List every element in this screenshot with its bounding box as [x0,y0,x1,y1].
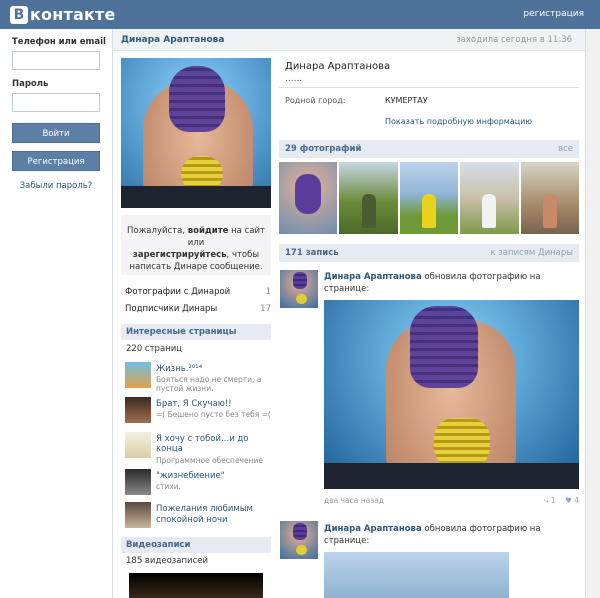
photo-thumbnail[interactable] [460,162,519,234]
password-input[interactable] [12,93,100,112]
phone-label: Телефон или email [12,37,106,47]
page-title: "жизнебиение" [156,471,225,481]
login-button[interactable]: Войти [12,123,100,143]
prompt-text-3: , чтобы [226,250,260,260]
interesting-pages-count: 220 страниц [126,344,183,354]
subscribers-count: 17 [260,304,271,314]
subscribers-link[interactable]: Подписчики Динары 17 [125,304,271,314]
header-name: Динара Арaптанова [121,35,225,45]
logo-icon: В [10,5,28,24]
online-status: заходила сегодня в 11:36 [456,35,572,45]
page-subtitle: стихи. [156,482,182,491]
post-header: Динара Арaптанова обновила фотографию на… [324,271,574,295]
photos-with-count: 1 [265,287,271,297]
register-inline-link[interactable]: зарегистрируйтесь [133,250,227,260]
login-sidebar: Телефон или email Пароль Войти Регистрац… [0,29,112,598]
prompt-text-4: написать Динаре сообщение. [129,262,263,272]
post-actions: ⤷ 1 ♥ 4 [544,496,579,506]
register-button[interactable]: Регистрация [12,151,100,171]
page-thumbnail [125,397,151,423]
photo-thumbnail[interactable] [520,162,580,234]
page-title: Жизнь.²⁰¹⁴ [156,364,203,374]
vk-logo[interactable]: В контакте [10,5,116,24]
photos-with-label: Фотографии с Динарой [125,287,231,297]
photos-all-link[interactable]: все [558,144,573,154]
wall-link[interactable]: к записям Динары [490,248,573,258]
repost-icon[interactable]: ⤷ [544,496,548,505]
footprint-graphic [295,174,322,214]
profile-name: Динара Арaптанова [285,61,391,72]
list-item[interactable]: Брат, Я Скучаю!! =( Бешено пусто без теб… [125,397,271,425]
logo-text: контакте [30,5,116,24]
wall-header[interactable]: 171 запись к записям Динары [279,244,579,262]
person-figure [361,194,376,228]
phone-input[interactable] [12,51,100,70]
page-title: Брат, Я Скучаю!! [156,399,232,409]
photos-with-link[interactable]: Фотографии с Динарой 1 [125,287,271,297]
footprint-bottom-graphic [434,418,490,468]
repost-count: 1 [550,496,556,505]
interesting-pages-header[interactable]: Интересные страницы [121,324,271,340]
page-title: Я хочу с тобой...и до конца [156,434,249,454]
hometown-value[interactable]: КУМЕРТАУ [385,96,428,105]
heart-icon[interactable]: ♥ [565,496,572,505]
scrollbar[interactable] [585,29,600,598]
profile-page: Динара Арaптанова заходила сегодня в 11:… [112,29,586,598]
profile-status-text: ...... [285,74,303,84]
videos-header[interactable]: Видеозаписи [121,537,271,553]
post-author-link[interactable]: Динара Арaптанова [324,524,422,534]
photo-thumbnail[interactable] [399,162,459,234]
person-figure [422,194,437,228]
post-meta: два часа назад ⤷ 1 ♥ 4 [324,496,579,505]
post-avatar[interactable] [280,521,318,559]
post-photo[interactable] [324,300,579,489]
person-figure [482,194,497,228]
page-thumbnail [125,432,151,458]
avatar-suit [121,186,271,208]
photo-suit [324,463,579,489]
post-header: Динара Арaптанова обновила фотографию на… [324,523,574,547]
photo-thumbnail[interactable] [279,162,338,234]
page-subtitle: Бояться надо не смерти, а пустой жизни. [156,375,262,393]
footprint-top-graphic [410,306,478,388]
page-title: Пожелания любимым спокойной ночи [156,504,253,525]
list-item[interactable]: Жизнь.²⁰¹⁴ Бояться надо не смерти, а пус… [125,362,271,393]
page-thumbnail [125,502,151,528]
page-thumbnail [125,362,151,388]
list-item[interactable]: Пожелания любимым спокойной ночи [125,502,271,530]
wall-title: 171 запись [285,248,339,258]
password-label: Пароль [12,79,49,89]
like-count: 4 [574,496,579,505]
profile-header: Динара Арaптанова заходила сегодня в 11:… [113,29,586,51]
page-subtitle: =( Бешено пусто без тебя =( [156,410,271,419]
photo-thumbnail[interactable] [339,162,398,234]
register-link[interactable]: регистрация [523,9,584,19]
photos-header[interactable]: 29 фотографий все [279,140,579,158]
forgot-password-link[interactable]: Забыли пароль? [0,181,112,191]
post-author-link[interactable]: Динара Арaптанова [324,272,422,282]
divider [279,87,579,88]
profile-avatar[interactable] [121,58,271,208]
login-link[interactable]: войдите [188,226,229,236]
page-subtitle: Программное обеспечение [156,456,263,465]
page-thumbnail [125,469,151,495]
person-figure [542,194,557,228]
videos-count: 185 видеозаписей [126,556,209,566]
post-photo[interactable] [324,552,509,598]
list-item[interactable]: Я хочу с тобой...и до конца Программное … [125,432,271,465]
hometown-label: Родной город: [285,96,346,105]
top-bar: В контакте регистрация [0,0,600,29]
list-item[interactable]: "жизнебиение" стихи. [125,469,271,497]
post-time[interactable]: два часа назад [324,496,384,505]
subscribers-label: Подписчики Динары [125,304,218,314]
prompt-text-1: Пожалуйста, [127,226,186,236]
footprint-top-graphic [169,66,225,132]
photos-title: 29 фотографий [285,144,362,154]
post-avatar[interactable] [280,270,318,308]
show-more-info-link[interactable]: Показать подробную информацию [385,117,532,126]
login-prompt: Пожалуйста, войдите на сайт или зарегист… [121,215,271,275]
photo-strip [279,162,580,234]
video-thumbnail[interactable] [129,573,263,598]
